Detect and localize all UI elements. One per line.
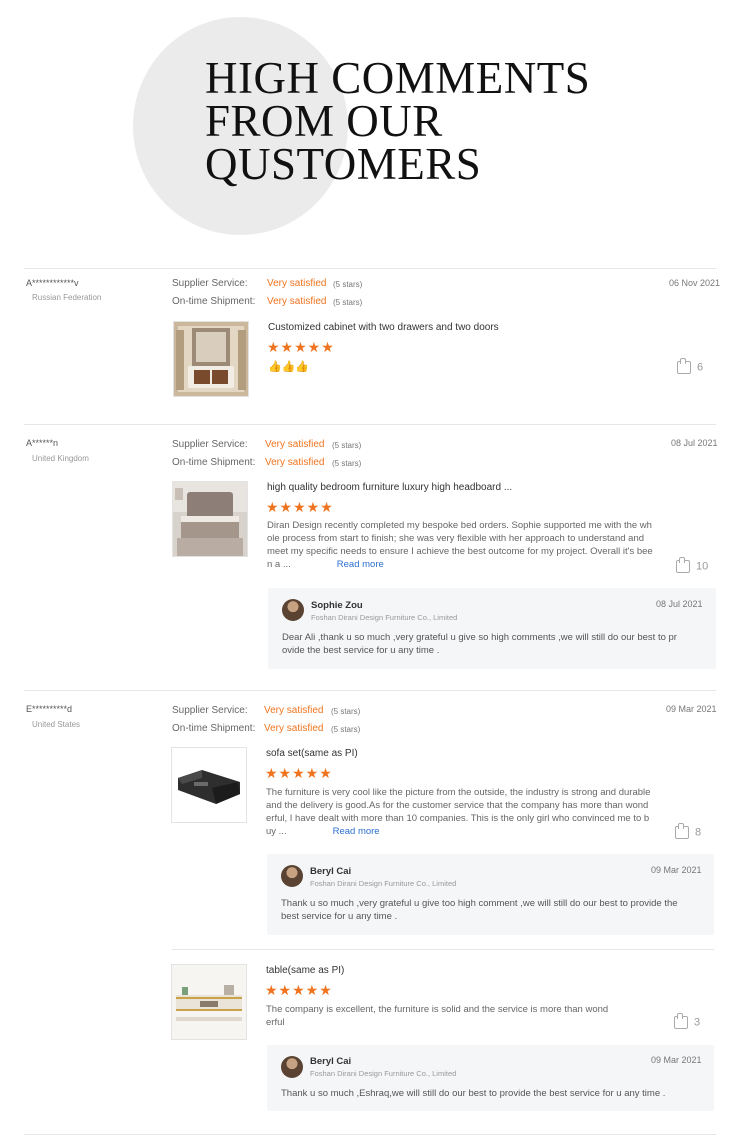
ontime-shipment-rating: Very satisfied xyxy=(267,296,327,307)
star-rating: ★★★★★ xyxy=(266,499,334,515)
like-button[interactable]: 6 xyxy=(677,358,704,374)
star-rating: ★★★★★ xyxy=(265,982,333,998)
review-body-line: The company is excellent, the furniture … xyxy=(266,1004,609,1015)
avatar xyxy=(282,599,304,621)
like-button[interactable]: 8 xyxy=(675,823,702,839)
headline-line-3: QUSTOMERS xyxy=(205,139,482,189)
like-count: 3 xyxy=(694,1016,701,1029)
reply-text: Dear Ali ,thank u so much ,very grateful… xyxy=(282,631,677,657)
divider xyxy=(24,690,716,691)
review-body-line: n a ... xyxy=(267,559,291,570)
product-title[interactable]: Customized cabinet with two drawers and … xyxy=(268,322,499,333)
item-divider xyxy=(172,949,714,950)
ontime-shipment-stars: (5 stars) xyxy=(333,298,363,307)
reply-text-line: Thank u so much ,very grateful u give to… xyxy=(281,898,678,909)
thumbs-up-icon xyxy=(676,557,690,573)
review-body: The furniture is very cool like the pict… xyxy=(266,786,676,838)
product-thumbnail[interactable] xyxy=(172,481,248,557)
reviewer-country: United States xyxy=(32,720,81,729)
reviewer-name: A************v xyxy=(26,278,79,288)
review-date: 06 Nov 2021 xyxy=(669,278,721,288)
seller-reply: Beryl Cai Foshan Dirani Design Furniture… xyxy=(267,854,714,935)
review-body-line: erful, I have dealt with more than 10 co… xyxy=(266,813,650,824)
supplier-service-label: Supplier Service: xyxy=(172,439,248,450)
supplier-service-label: Supplier Service: xyxy=(172,278,248,289)
like-count: 8 xyxy=(695,826,702,839)
ontime-shipment-label: On-time Shipment: xyxy=(172,457,256,468)
reply-company: Foshan Dirani Design Furniture Co., Limi… xyxy=(310,879,457,888)
review-body-line: erful xyxy=(266,1017,285,1028)
reply-text: Thank u so much ,very grateful u give to… xyxy=(281,897,678,923)
reply-text-line: ovide the best service for u any time . xyxy=(282,645,440,656)
ontime-shipment-rating: Very satisfied xyxy=(265,457,325,468)
page-headline: HIGH COMMENTS FROM OUR QUSTOMERS xyxy=(205,53,591,189)
review-date: 08 Jul 2021 xyxy=(671,438,718,448)
review-body-line: ole process from start to finish; she wa… xyxy=(267,533,645,544)
review-body-line: Diran Design recently completed my bespo… xyxy=(267,520,652,531)
supplier-service-stars: (5 stars) xyxy=(331,707,361,716)
reply-text-line: Dear Ali ,thank u so much ,very grateful… xyxy=(282,632,677,643)
review-date: 09 Mar 2021 xyxy=(666,704,717,714)
star-rating: ★★★★★ xyxy=(265,765,333,781)
ontime-shipment-rating: Very satisfied xyxy=(264,723,324,734)
headline-line-1: HIGH COMMENTS xyxy=(205,53,591,103)
product-title[interactable]: high quality bedroom furniture luxury hi… xyxy=(267,482,512,493)
supplier-service-stars: (5 stars) xyxy=(333,280,363,289)
seller-reply: Sophie Zou Foshan Dirani Design Furnitur… xyxy=(268,588,716,669)
reply-author-name: Beryl Cai xyxy=(310,866,352,877)
review-body: The company is excellent, the furniture … xyxy=(266,1003,676,1029)
product-title[interactable]: sofa set(same as PI) xyxy=(266,748,358,759)
supplier-service-rating: Very satisfied xyxy=(265,439,325,450)
ontime-shipment-stars: (5 stars) xyxy=(332,459,362,468)
supplier-service-rating: Very satisfied xyxy=(264,705,324,716)
reviewer-name: A******n xyxy=(26,438,59,448)
star-rating: ★★★★★ xyxy=(267,339,335,355)
ontime-shipment-label: On-time Shipment: xyxy=(172,296,256,307)
reply-author-name: Sophie Zou xyxy=(311,600,363,611)
headline-line-2: FROM OUR xyxy=(205,96,443,146)
thumbs-up-icon xyxy=(677,358,691,374)
reviewer-country: Russian Federation xyxy=(32,293,102,302)
like-button[interactable]: 3 xyxy=(674,1013,701,1029)
review-body-line: uy ... xyxy=(266,826,287,837)
seller-reply: Beryl Cai Foshan Dirani Design Furniture… xyxy=(267,1045,714,1111)
avatar xyxy=(281,865,303,887)
product-thumbnail[interactable] xyxy=(171,964,247,1040)
reply-text-line: Thank u so much ,Eshraq,we will still do… xyxy=(281,1088,666,1099)
reply-date: 09 Mar 2021 xyxy=(651,1055,702,1065)
reviewer-country: United Kingdom xyxy=(32,454,89,463)
review-body-line: and the delivery is good.As for the cust… xyxy=(266,800,649,811)
ontime-shipment-label: On-time Shipment: xyxy=(172,723,256,734)
reviewer-name: E**********d xyxy=(26,704,73,714)
reply-text: Thank u so much ,Eshraq,we will still do… xyxy=(281,1087,665,1100)
review-body-line: The furniture is very cool like the pict… xyxy=(266,787,651,798)
reply-company: Foshan Dirani Design Furniture Co., Limi… xyxy=(310,1069,457,1078)
supplier-service-rating: Very satisfied xyxy=(267,278,327,289)
reply-company: Foshan Dirani Design Furniture Co., Limi… xyxy=(311,613,458,622)
read-more-link[interactable]: Read more xyxy=(337,559,384,570)
review-body: Diran Design recently completed my bespo… xyxy=(267,519,677,571)
review-emoji: 👍👍👍 xyxy=(268,361,310,373)
reply-date: 08 Jul 2021 xyxy=(656,599,703,609)
like-button[interactable]: 10 xyxy=(676,557,709,573)
ontime-shipment-stars: (5 stars) xyxy=(331,725,361,734)
divider xyxy=(24,1134,716,1135)
divider xyxy=(24,424,716,425)
like-count: 6 xyxy=(697,361,704,374)
supplier-service-stars: (5 stars) xyxy=(332,441,362,450)
product-thumbnail[interactable] xyxy=(173,321,249,397)
reply-author-name: Beryl Cai xyxy=(310,1056,352,1067)
like-count: 10 xyxy=(696,560,709,573)
reply-text-line: best service for u any time . xyxy=(281,911,398,922)
thumbs-up-icon xyxy=(674,1013,688,1029)
thumbs-up-icon xyxy=(675,823,689,839)
product-thumbnail[interactable] xyxy=(171,747,247,823)
read-more-link[interactable]: Read more xyxy=(333,826,380,837)
product-title[interactable]: table(same as PI) xyxy=(266,965,344,976)
reply-date: 09 Mar 2021 xyxy=(651,865,702,875)
avatar xyxy=(281,1056,303,1078)
supplier-service-label: Supplier Service: xyxy=(172,705,248,716)
divider xyxy=(24,268,716,269)
review-body-line: meet my specific needs to ensure I achie… xyxy=(267,546,653,557)
